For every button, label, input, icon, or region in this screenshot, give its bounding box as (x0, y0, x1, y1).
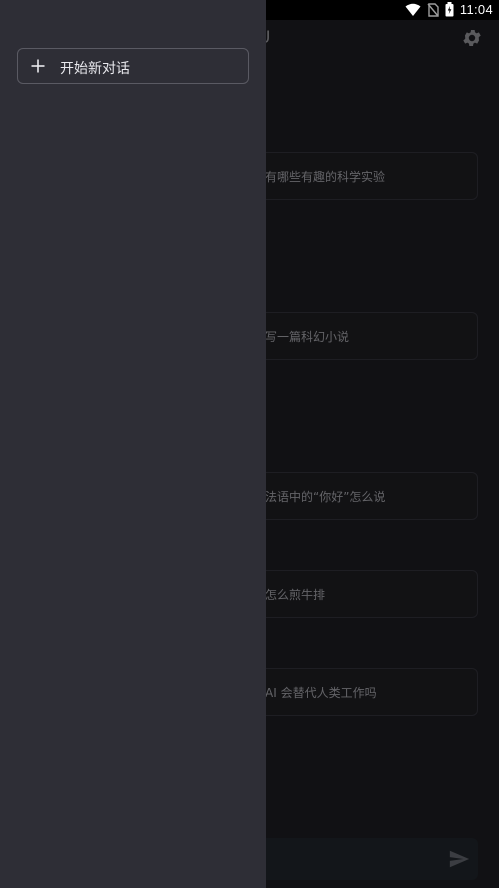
navigation-drawer: 开始新对话 (0, 0, 266, 888)
new-chat-button[interactable]: 开始新对话 (17, 48, 249, 84)
plus-icon (31, 59, 45, 73)
new-chat-label: 开始新对话 (60, 61, 130, 77)
clock: 11:04 (459, 2, 493, 17)
wifi-icon (405, 3, 421, 16)
drawer-scrim[interactable] (266, 20, 499, 888)
no-sim-icon (427, 2, 439, 17)
battery-icon (445, 2, 454, 17)
status-icons: 11:04 (405, 2, 493, 17)
